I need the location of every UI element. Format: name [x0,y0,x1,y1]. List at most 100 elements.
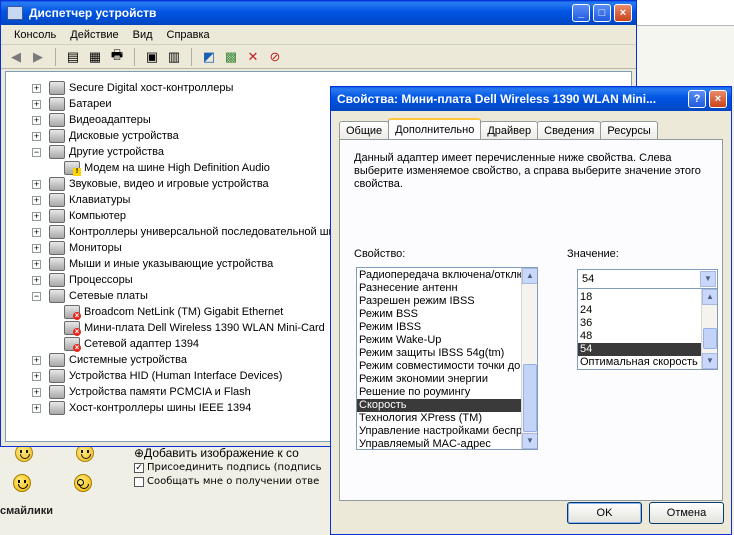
expand-icon[interactable]: + [32,259,41,269]
expand-icon[interactable]: + [32,355,41,365]
tree-category[interactable]: + Батареи [32,96,112,112]
show-hide-tree-icon[interactable]: ▥ [165,49,183,65]
property-item[interactable]: Режим BSS [357,308,521,321]
property-item[interactable]: Решение по роумингу [357,386,521,399]
collapse-icon[interactable]: − [32,147,41,157]
update-driver-icon[interactable]: ▩ [222,49,240,65]
property-item[interactable]: Режим защиты IBSS 54g(tm) [357,347,521,360]
tree-category[interactable]: + Контроллеры универсальной последователь… [32,224,335,240]
expand-icon[interactable]: + [32,131,41,141]
tab-general[interactable]: Общие [339,121,390,139]
tree-category[interactable]: + Компьютер [32,208,126,224]
value-dropdown-list[interactable]: 18 24 36 48 54 Оптимальная скорость ▲ ▼ [577,288,718,370]
tab-resources[interactable]: Ресурсы [600,121,658,139]
scroll-up-icon[interactable]: ▲ [522,268,537,284]
property-item[interactable]: Скорость [357,399,521,412]
property-item[interactable]: Режим экономии энергии [357,373,521,386]
add-image-link[interactable]: ⊕Добавить изображение к со [134,446,299,460]
device-manager-titlebar[interactable]: Диспетчер устройств _ □ × [1,1,636,25]
tab-driver[interactable]: Драйвер [480,121,539,139]
menu-help[interactable]: Справка [160,29,217,41]
property-item[interactable]: Разнесение антенн [357,282,521,295]
tree-category[interactable]: + Видеоадаптеры [32,112,151,128]
close-button[interactable]: × [709,90,727,108]
expand-icon[interactable]: + [32,243,41,253]
properties-icon[interactable]: ▦ [86,49,104,65]
smiley-glasses-icon[interactable] [74,474,92,492]
value-option[interactable]: 18 [578,291,701,304]
notify-checkbox[interactable]: Сообщать мне о получении отве [134,476,319,487]
property-scrollbar[interactable]: ▲ ▼ [521,268,537,449]
tree-category[interactable]: + Хост-контроллеры шины IEEE 1394 [32,400,251,416]
value-option[interactable]: 48 [578,330,701,343]
expand-icon[interactable]: + [32,195,41,205]
scroll-thumb[interactable] [523,364,537,432]
expand-icon[interactable]: + [32,227,41,237]
maximize-button[interactable]: □ [593,4,611,22]
property-listbox[interactable]: Радиопередача включена/отклю Разнесение а… [356,267,538,450]
tree-category[interactable]: + Мониторы [32,240,122,256]
expand-icon[interactable]: + [32,83,41,93]
expand-icon[interactable]: + [32,275,41,285]
forward-arrow-icon[interactable]: ▶ [29,49,47,65]
scroll-up-icon[interactable]: ▲ [702,289,717,305]
expand-icon[interactable]: + [32,211,41,221]
close-button[interactable]: × [614,4,632,22]
tree-category[interactable]: + Системные устройства [32,352,187,368]
tree-category[interactable]: − Сетевые платы [32,288,148,304]
properties-titlebar[interactable]: Свойства: Мини-плата Dell Wireless 1390 … [331,87,731,111]
tree-category[interactable]: + Мыши и иные указывающие устройства [32,256,273,272]
menu-console[interactable]: Консоль [7,29,63,41]
disable-device-icon[interactable]: ✕ [244,49,262,65]
cancel-button[interactable]: Отмена [649,502,724,524]
expand-icon[interactable]: + [32,371,41,381]
property-item[interactable]: Управляемый MAC-адрес [357,438,521,449]
tree-device[interactable]: Мини-плата Dell Wireless 1390 WLAN Mini-… [64,320,325,336]
print-icon[interactable]: 🖶 [108,47,126,65]
property-item[interactable]: Разрешен режим IBSS [357,295,521,308]
value-option[interactable]: 54 [578,343,701,356]
back-arrow-icon[interactable]: ◀ [7,49,25,65]
tree-device[interactable]: Broadcom NetLink (TM) Gigabit Ethernet [64,304,283,320]
tree-category[interactable]: + Secure Digital хост-контроллеры [32,80,233,96]
collapse-icon[interactable]: − [32,291,41,301]
ok-button[interactable]: OK [567,502,642,524]
expand-icon[interactable]: + [32,99,41,109]
property-item[interactable]: Технология XPress (TM) [357,412,521,425]
checkbox-icon[interactable] [134,476,144,487]
tree-device[interactable]: Модем на шине High Definition Audio [64,160,270,176]
attach-signature-checkbox[interactable]: ✓ Присоединить подпись (подпись [134,462,322,473]
scan-hardware-icon[interactable]: ◩ [200,49,218,65]
tree-category[interactable]: + Дисковые устройства [32,128,179,144]
expand-icon[interactable]: + [32,179,41,189]
smileys-label[interactable]: смайлики [0,505,53,517]
property-item[interactable]: Управление настройками беспр [357,425,522,438]
menu-view[interactable]: Вид [126,29,160,41]
value-scrollbar[interactable]: ▲ ▼ [701,289,717,369]
help-button[interactable]: ? [688,90,706,108]
expand-icon[interactable]: + [32,115,41,125]
checkbox-checked-icon[interactable]: ✓ [134,462,144,473]
value-combobox[interactable]: 54 ▼ [577,269,718,289]
expand-icon[interactable]: + [32,387,41,397]
tree-category[interactable]: + Звуковые, видео и игровые устройства [32,176,269,192]
tree-category[interactable]: + Процессоры [32,272,133,288]
tree-category[interactable]: − Другие устройства [32,144,164,160]
tree-category[interactable]: + Устройства HID (Human Interface Devices… [32,368,282,384]
property-item[interactable]: Режим совместимости точки до [357,360,521,373]
property-item[interactable]: Режим Wake-Up [357,334,521,347]
uninstall-device-icon[interactable]: ⊘ [266,49,284,65]
expand-icon[interactable]: + [32,403,41,413]
tree-category[interactable]: + Устройства памяти PCMCIA и Flash [32,384,251,400]
scroll-down-icon[interactable]: ▼ [522,433,537,449]
value-option[interactable]: Оптимальная скорость [578,356,701,369]
menu-action[interactable]: Действие [63,29,125,41]
value-option[interactable]: 36 [578,317,701,330]
chevron-down-icon[interactable]: ▼ [700,271,716,287]
tab-details[interactable]: Сведения [537,121,602,139]
scroll-thumb[interactable] [703,328,717,349]
tree-category[interactable]: + Клавиатуры [32,192,130,208]
tree-device[interactable]: Сетевой адаптер 1394 [64,336,199,352]
value-option[interactable]: 24 [578,304,701,317]
scroll-down-icon[interactable]: ▼ [702,353,717,369]
